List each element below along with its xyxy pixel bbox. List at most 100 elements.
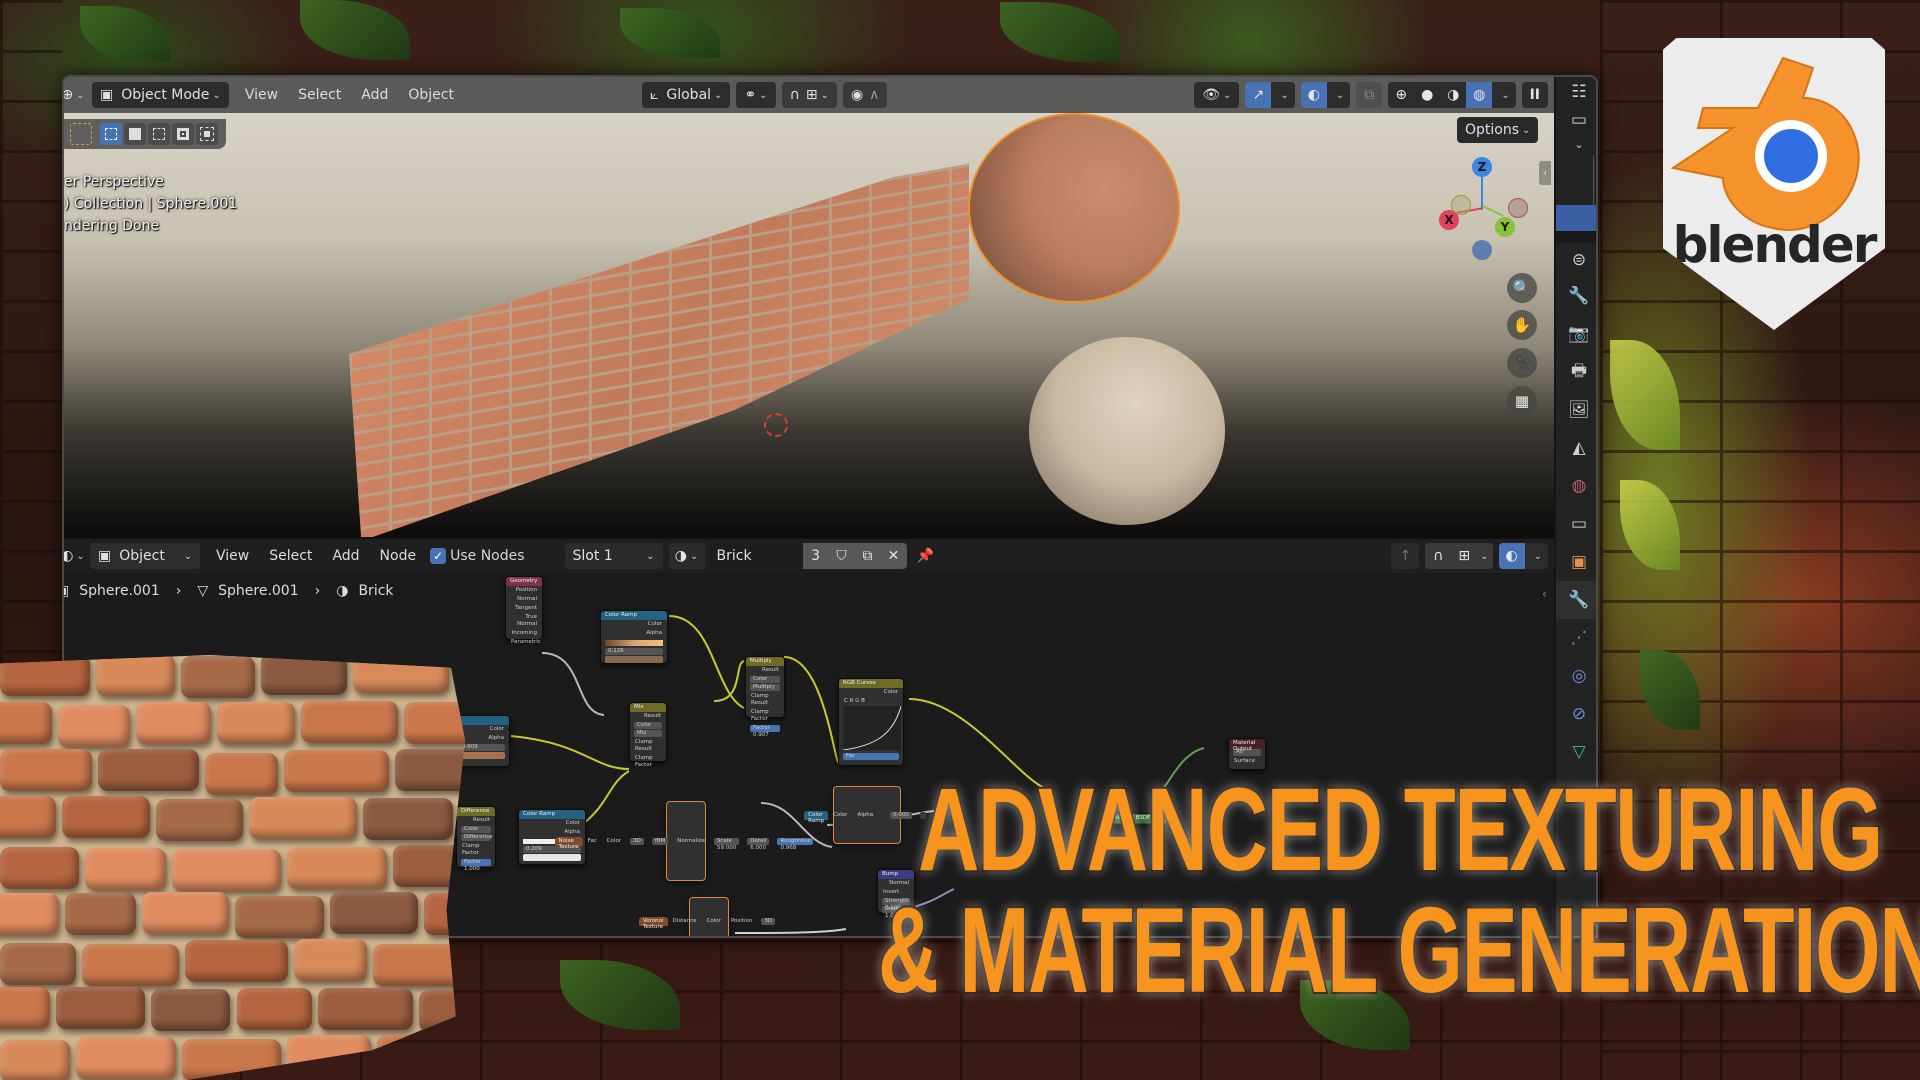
menu-add[interactable]: Add	[351, 87, 398, 103]
outliner-selected-row[interactable]	[1556, 205, 1596, 231]
editor-type-icon[interactable]: ⊕ ⌄	[64, 82, 85, 108]
menu-view[interactable]: View	[206, 548, 259, 564]
node-dropdown[interactable]: Mix	[634, 730, 662, 737]
menu-select[interactable]: Select	[288, 87, 351, 103]
node-dropdown[interactable]: 3D	[761, 917, 776, 925]
node-checkbox[interactable]: Clamp Factor	[746, 708, 784, 724]
gizmo-neg-y-axis[interactable]	[1451, 195, 1471, 215]
select-mode-set[interactable]	[100, 123, 122, 145]
gizmo-y-axis[interactable]: Y	[1495, 217, 1515, 237]
node-checkbox[interactable]: Normalize	[672, 837, 710, 846]
node-voronoi-texture[interactable]: Voronoi Texture Distance Color Position …	[638, 897, 776, 936]
node-dropdown[interactable]: Color	[461, 826, 491, 833]
gizmo-neg-x-axis[interactable]	[1508, 198, 1528, 218]
node-checkbox[interactable]: Clamp Result	[746, 692, 784, 708]
modifiers-tab-icon[interactable]: 🔧	[1556, 581, 1596, 619]
menu-view[interactable]: View	[235, 87, 288, 103]
shading-wireframe-icon[interactable]: ⊕	[1388, 82, 1414, 108]
select-mode-subtract[interactable]	[148, 123, 170, 145]
output-tab-icon[interactable]: 🖶	[1556, 353, 1596, 391]
object-tab-icon[interactable]: ▣	[1556, 543, 1596, 581]
shading-options-chevron[interactable]: ⌄	[1495, 90, 1515, 101]
duplicate-material-icon[interactable]: ⧉	[854, 543, 881, 569]
menu-select[interactable]: Select	[259, 548, 322, 564]
sidebar-toggle[interactable]: ‹	[1539, 161, 1551, 185]
noise-sphere[interactable]	[1029, 337, 1225, 525]
node-overlays-toggle[interactable]: ◐ ⌄	[1498, 543, 1548, 569]
collection-icon[interactable]: ▭	[1556, 107, 1596, 133]
gizmo-toggle[interactable]: ↗ ⌄	[1245, 82, 1295, 108]
collection-tab-icon[interactable]: ▭	[1556, 505, 1596, 543]
editor-type-toggle-icon[interactable]: ⊜	[1556, 243, 1596, 277]
node-field[interactable]: 0.126	[605, 648, 663, 655]
curve-channel-tabs[interactable]: C R G B	[839, 697, 903, 706]
constraints-tab-icon[interactable]: ⊘	[1556, 695, 1596, 733]
shading-rendered-icon[interactable]: ◍	[1466, 82, 1493, 108]
color-ramp-gradient[interactable]	[605, 640, 663, 646]
node-noise-texture[interactable]: Noise Texture Fac Color 3D fBM Normalize…	[554, 801, 814, 881]
node-dropdown[interactable]: Difference	[461, 834, 492, 841]
menu-node[interactable]: Node	[370, 548, 427, 564]
menu-add[interactable]: Add	[322, 548, 369, 564]
node-geometry[interactable]: Geometry Position Normal Tangent True No…	[505, 576, 543, 645]
material-name-field[interactable]: Brick	[704, 543, 803, 569]
3d-viewport[interactable]: er Perspective ) Collection | Sphere.001…	[64, 113, 1554, 537]
fake-user-shield-icon[interactable]: ⛉	[828, 543, 855, 569]
shader-type-dropdown[interactable]: ▣ Object ⌄	[90, 543, 200, 569]
select-mode-extend[interactable]	[124, 123, 146, 145]
unlink-material-icon[interactable]: ✕	[880, 543, 907, 569]
node-checkbox[interactable]: Clamp Factor	[457, 842, 495, 858]
select-mode-intersect[interactable]	[196, 123, 218, 145]
color-swatch[interactable]	[459, 752, 505, 759]
editor-type-icon[interactable]: ◐ ⌄	[64, 543, 85, 569]
3d-cursor-icon[interactable]	[764, 413, 788, 437]
node-field[interactable]: 0.000	[890, 811, 912, 819]
node-color-ramp[interactable]: Color Ramp Color Alpha 0.126	[600, 610, 668, 664]
camera-view-button[interactable]: 🎥	[1507, 348, 1537, 378]
view-layer-tab-icon[interactable]: 🖼	[1556, 391, 1596, 429]
tool-tab-icon[interactable]: 🔧	[1556, 277, 1596, 315]
selected-sphere[interactable]	[968, 113, 1180, 303]
pivot-point-dropdown[interactable]: ⚭ ⌄	[736, 82, 776, 108]
particles-tab-icon[interactable]: ⋰	[1556, 619, 1596, 657]
node-dropdown[interactable]: 3D	[630, 837, 644, 845]
slot-dropdown[interactable]: Slot 1 ⌄	[564, 543, 663, 569]
node-snap-toggle[interactable]: ∩ ⊞ ⌄	[1425, 543, 1493, 569]
overlays-toggle[interactable]: ◐ ⌄	[1300, 82, 1351, 108]
node-field[interactable]: Scale 59.000	[714, 837, 740, 851]
node-field[interactable]: Factor 0.907	[750, 725, 780, 738]
node-dropdown[interactable]: Color	[750, 676, 780, 683]
pin-icon[interactable]: 📌	[913, 543, 939, 569]
node-field[interactable]: Factor 1.000	[461, 859, 491, 872]
navigation-gizmo[interactable]: Z X Y	[1434, 153, 1534, 263]
world-tab-icon[interactable]: ◍	[1556, 467, 1596, 505]
xray-toggle[interactable]: ⧉	[1356, 82, 1383, 108]
select-mode-difference[interactable]	[172, 123, 194, 145]
pan-view-button[interactable]: ✋	[1507, 310, 1537, 340]
curve-graph[interactable]	[842, 705, 902, 751]
node-dropdown[interactable]: Multiply	[750, 684, 780, 691]
node-field[interactable]: 0.609	[459, 744, 505, 751]
material-user-count[interactable]: 3	[802, 543, 829, 569]
node-field[interactable]: Fac	[843, 753, 899, 760]
gizmo-neg-z-axis[interactable]	[1472, 240, 1492, 260]
node-difference[interactable]: Difference Result Color Difference Clamp…	[456, 806, 496, 872]
render-tab-icon[interactable]: 📷	[1556, 315, 1596, 353]
color-swatch[interactable]	[523, 854, 581, 861]
selectability-dropdown[interactable]: 👁 ⌄	[1194, 82, 1240, 108]
node-checkbox[interactable]: Clamp Result	[630, 738, 666, 754]
snap-toggle[interactable]: ∩ ⊞ ⌄	[781, 82, 837, 108]
ortho-toggle-button[interactable]: ▦	[1507, 386, 1537, 416]
physics-tab-icon[interactable]: ◎	[1556, 657, 1596, 695]
use-nodes-checkbox[interactable]: ✓ Use Nodes	[430, 548, 525, 564]
scene-tab-icon[interactable]: ◭	[1556, 429, 1596, 467]
gizmo-z-axis[interactable]: Z	[1472, 157, 1492, 177]
shading-solid-icon[interactable]: ●	[1414, 82, 1440, 108]
options-dropdown[interactable]: Options ⌄	[1457, 117, 1539, 143]
transform-orientation-dropdown[interactable]: ⟀ Global ⌄	[641, 82, 731, 108]
mode-selector[interactable]: ▣ Object Mode ⌄	[92, 82, 229, 108]
node-multiply[interactable]: Multiply Result Color Multiply Clamp Res…	[745, 656, 785, 738]
proportional-edit-toggle[interactable]: ◉ ∧	[842, 82, 888, 108]
node-field[interactable]: Detail 6.000	[747, 837, 770, 851]
node-color-ramp[interactable]: Color Ramp Color Alpha 0.000	[804, 786, 926, 844]
